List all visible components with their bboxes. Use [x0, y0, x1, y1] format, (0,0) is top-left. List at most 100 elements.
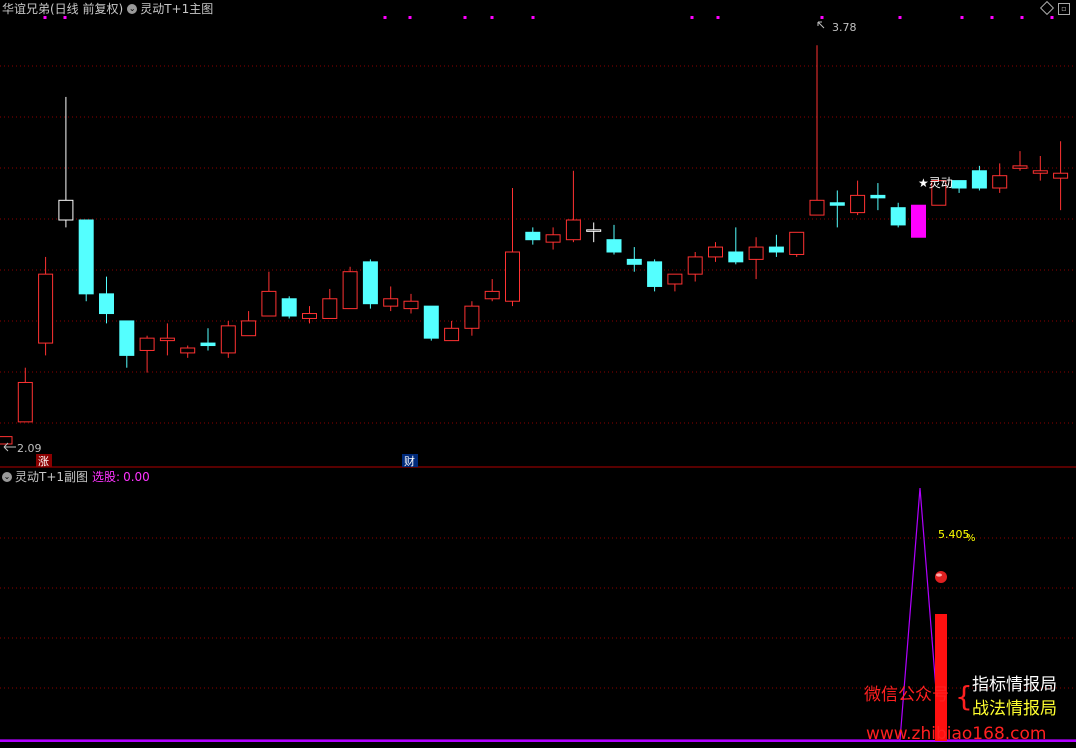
candle-body — [383, 298, 399, 307]
candle — [1053, 141, 1069, 211]
candle-body — [850, 194, 866, 214]
candle-body — [626, 258, 642, 265]
candle-body — [525, 231, 541, 241]
candle — [78, 219, 94, 302]
grid-lines — [0, 65, 1076, 424]
candle-body — [992, 175, 1008, 189]
candle — [261, 271, 277, 317]
candle-body — [241, 320, 257, 337]
magenta-dot — [990, 16, 994, 19]
candle-body — [302, 313, 317, 319]
candle-body — [565, 219, 581, 241]
watermark-line2: 战法情报局 — [972, 699, 1057, 719]
candle — [17, 367, 33, 423]
candle-body — [647, 261, 663, 287]
candle-body — [911, 204, 926, 238]
candle — [1032, 156, 1048, 181]
red-signal-bar — [935, 614, 947, 741]
magenta-dot — [716, 16, 720, 19]
candle — [444, 320, 460, 342]
red-ball-icon — [935, 571, 947, 583]
candle-body — [38, 273, 54, 344]
candle-body — [17, 381, 33, 423]
magenta-dot — [408, 16, 412, 19]
candle — [159, 323, 175, 356]
percent-value: 5.405 — [938, 528, 970, 541]
percent-sign: % — [966, 533, 976, 544]
magenta-dot — [690, 16, 694, 19]
candle-body — [1032, 170, 1048, 174]
candle — [241, 311, 257, 337]
candle — [708, 242, 723, 262]
candle — [951, 180, 967, 193]
magenta-dot — [43, 16, 47, 19]
candle — [870, 183, 886, 211]
candle — [525, 227, 541, 245]
candle-body — [78, 219, 94, 295]
candle-body — [789, 231, 805, 255]
candle-body — [1053, 172, 1069, 179]
candle — [647, 259, 663, 292]
magenta-dot — [820, 16, 824, 19]
candle — [971, 165, 987, 191]
candle-body — [444, 327, 460, 342]
candle — [119, 320, 135, 368]
candle — [789, 231, 805, 257]
candle-body — [1012, 165, 1028, 169]
candle — [850, 180, 866, 216]
candle-body — [220, 325, 236, 354]
candle — [220, 320, 236, 358]
candle-body — [484, 290, 500, 300]
candle — [545, 227, 561, 250]
magenta-dot — [490, 16, 494, 19]
candle — [911, 204, 926, 238]
candle — [505, 188, 520, 307]
candle — [362, 259, 378, 309]
candle-body — [159, 337, 175, 342]
candle-body — [829, 202, 845, 206]
candle — [748, 237, 764, 280]
candle — [58, 96, 74, 228]
candle — [180, 345, 196, 358]
candle-body — [809, 199, 825, 216]
candle-body — [464, 305, 480, 329]
candle — [383, 286, 399, 312]
candle — [281, 296, 297, 319]
candle-body — [99, 293, 114, 315]
candle-body — [667, 273, 683, 285]
candle-body — [139, 337, 155, 351]
candle — [667, 273, 683, 292]
candle-body — [545, 234, 561, 243]
watermark-wechat: 微信公众号 — [864, 685, 949, 705]
candle — [768, 234, 784, 257]
candle — [38, 256, 54, 356]
low-price-label: 2.09 — [17, 442, 42, 455]
candle — [586, 222, 602, 243]
candle-body — [728, 251, 744, 263]
candlestick-series — [0, 45, 1069, 445]
candle-body — [687, 256, 703, 275]
candle-body — [200, 342, 216, 347]
watermark-line1: 指标情报局 — [972, 675, 1057, 695]
candle — [484, 279, 500, 302]
magenta-dot — [960, 16, 964, 19]
candle-body — [342, 271, 358, 310]
candle-body — [951, 180, 967, 189]
price-chart[interactable]: 3.78 2.09 ★灵动 涨 财 5.405 % 微信公众号 { 指标情报局 … — [0, 0, 1076, 748]
candle — [890, 202, 906, 228]
candle-body — [768, 246, 784, 253]
candle-body — [119, 320, 135, 356]
candle — [606, 224, 622, 255]
candle — [829, 190, 845, 228]
watermark-url: www.zhibiao168.com — [866, 724, 1046, 744]
candle — [200, 328, 216, 351]
candle — [687, 252, 703, 282]
candle — [139, 335, 155, 373]
candle-body — [748, 246, 764, 260]
candle-body — [505, 251, 520, 302]
magenta-dot — [1020, 16, 1024, 19]
magenta-dot — [898, 16, 902, 19]
candle-body — [971, 170, 987, 189]
magenta-marker-row — [43, 16, 1054, 19]
candle-body — [586, 229, 602, 232]
